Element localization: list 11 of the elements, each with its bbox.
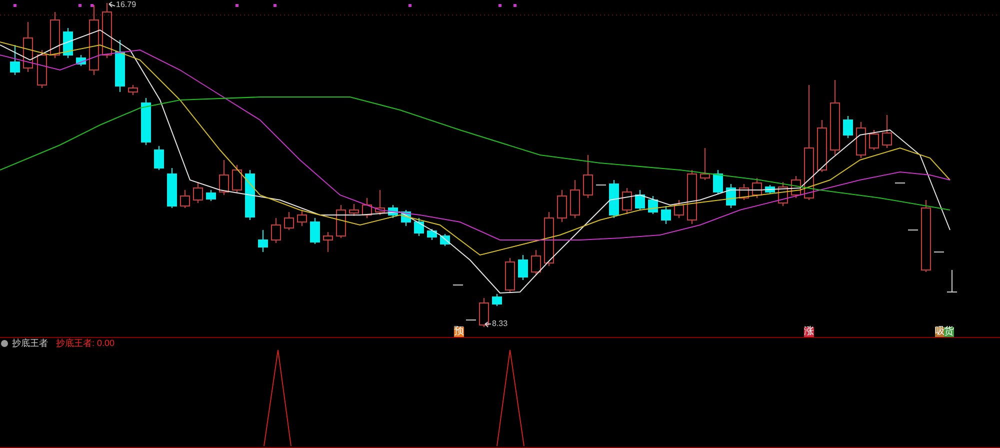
signal-tag: 涨 bbox=[804, 327, 814, 337]
low-price-label: 8.33 bbox=[492, 320, 508, 328]
high-price-label: 16.79 bbox=[116, 1, 136, 9]
signal-tag: 货 bbox=[944, 327, 954, 337]
indicator-title: 抄底王者 bbox=[12, 339, 48, 348]
arrow-icon bbox=[484, 322, 492, 328]
signal-tag: 吸 bbox=[935, 327, 945, 337]
signal-tag: 预 bbox=[454, 327, 464, 337]
settings-icon[interactable] bbox=[1, 340, 8, 347]
arrow-icon bbox=[108, 2, 116, 8]
indicator-value: 抄底王者: 0.00 bbox=[56, 339, 115, 348]
